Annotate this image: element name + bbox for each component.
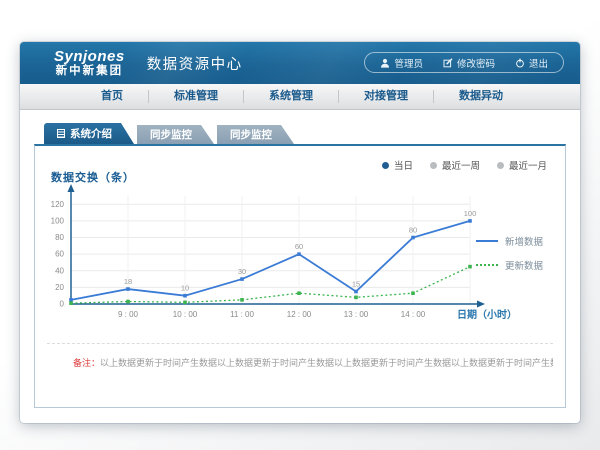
radio-label: 最近一月 bbox=[509, 158, 547, 172]
radio-label: 当日 bbox=[394, 158, 413, 172]
data-label: 60 bbox=[295, 242, 303, 251]
radio-option-0[interactable]: 当日 bbox=[382, 158, 413, 172]
nav-item-2[interactable]: 系统管理 bbox=[244, 90, 339, 103]
tab-1[interactable]: 同步监控 bbox=[137, 125, 214, 144]
tab-label: 同步监控 bbox=[150, 127, 192, 142]
data-point bbox=[126, 287, 130, 291]
x-axis-arrow bbox=[477, 301, 485, 308]
data-label: 30 bbox=[238, 267, 246, 276]
data-point bbox=[69, 301, 73, 305]
chart-legend: 新增数据更新数据 bbox=[476, 234, 543, 282]
data-point bbox=[69, 298, 73, 302]
change-password-button[interactable]: 修改密码 bbox=[443, 56, 495, 70]
data-point bbox=[468, 219, 472, 223]
tab-label: 系统介绍 bbox=[70, 126, 112, 141]
legend-row-0: 新增数据 bbox=[476, 234, 543, 248]
logout-button[interactable]: 退出 bbox=[515, 56, 548, 70]
data-point bbox=[354, 296, 358, 300]
user-button[interactable]: 管理员 bbox=[380, 56, 423, 70]
legend-label: 新增数据 bbox=[505, 234, 543, 248]
data-label: 10 bbox=[181, 284, 189, 293]
data-label: 15 bbox=[352, 280, 360, 289]
data-point bbox=[297, 291, 301, 295]
data-label: 100 bbox=[464, 209, 477, 218]
app-window: Synjones 新中新集团 数据资源中心 管理员 修改 bbox=[20, 42, 580, 423]
user-menu: 管理员 修改密码 退出 bbox=[364, 52, 564, 73]
page-title: 数据资源中心 bbox=[147, 53, 243, 74]
data-point bbox=[183, 301, 187, 305]
legend-line-sample bbox=[476, 240, 498, 242]
y-tick-label: 120 bbox=[51, 200, 65, 209]
data-point bbox=[240, 298, 244, 302]
data-label: 80 bbox=[409, 226, 417, 235]
y-tick-label: 0 bbox=[60, 300, 65, 309]
range-filter: 当日 最近一周 最近一月 bbox=[382, 158, 547, 172]
logo-text-en: Synjones bbox=[54, 49, 125, 65]
legend-label: 更新数据 bbox=[505, 258, 543, 272]
radio-label: 最近一周 bbox=[442, 158, 480, 172]
y-tick-label: 20 bbox=[55, 283, 64, 292]
person-icon bbox=[380, 58, 390, 68]
note-text: 以上数据更新于时间产生数据以上数据更新于时间产生数据以上数据更新于时间产生数据以… bbox=[100, 358, 553, 368]
radio-option-2[interactable]: 最近一月 bbox=[497, 158, 547, 172]
data-point bbox=[468, 265, 472, 269]
nav-bar: 首页标准管理系统管理对接管理数据异动 bbox=[20, 84, 580, 110]
radio-option-1[interactable]: 最近一周 bbox=[430, 158, 480, 172]
data-point bbox=[297, 252, 301, 256]
y-axis-arrow bbox=[68, 184, 75, 192]
x-tick-label: 13 : 00 bbox=[344, 310, 369, 319]
logo-text-cn: 新中新集团 bbox=[54, 65, 125, 77]
x-tick-label: 10 : 00 bbox=[173, 310, 198, 319]
y-axis-label: 数据交换（条） bbox=[51, 169, 135, 185]
logout-label: 退出 bbox=[529, 56, 548, 70]
data-point bbox=[183, 294, 187, 298]
radio-dot bbox=[382, 162, 389, 169]
line-chart: 0 20 40 60 80 100 120 9 : 00 10 : 00 11 : 00 12 : … bbox=[29, 184, 521, 329]
change-password-label: 修改密码 bbox=[457, 56, 495, 70]
user-label: 管理员 bbox=[394, 56, 423, 70]
note: 备注：以上数据更新于时间产生数据以上数据更新于时间产生数据以上数据更新于时间产生… bbox=[47, 343, 553, 369]
x-tick-label: 9 : 00 bbox=[118, 310, 139, 319]
radio-dot bbox=[497, 162, 504, 169]
data-point bbox=[240, 277, 244, 281]
document-icon bbox=[57, 129, 65, 138]
note-prefix-label: 备注： bbox=[73, 358, 100, 368]
tab-bar: 系统介绍 同步监控 同步监控 bbox=[44, 123, 566, 144]
legend-row-1: 更新数据 bbox=[476, 258, 543, 272]
power-icon bbox=[515, 58, 525, 68]
tab-2[interactable]: 同步监控 bbox=[217, 125, 294, 144]
nav-item-1[interactable]: 标准管理 bbox=[149, 90, 244, 103]
data-point bbox=[411, 236, 415, 240]
data-point bbox=[126, 300, 130, 304]
data-point bbox=[411, 291, 415, 295]
nav-item-0[interactable]: 首页 bbox=[76, 90, 149, 103]
y-tick-label: 40 bbox=[55, 266, 64, 275]
app-header: Synjones 新中新集团 数据资源中心 管理员 修改 bbox=[20, 42, 580, 84]
y-tick-label: 60 bbox=[55, 250, 64, 259]
x-axis-label: 日期（小时） bbox=[457, 308, 517, 321]
page-background: Synjones 新中新集团 数据资源中心 管理员 修改 bbox=[0, 0, 600, 450]
y-tick-label: 80 bbox=[55, 233, 64, 242]
tab-label: 同步监控 bbox=[230, 127, 272, 142]
x-tick-label: 11 : 00 bbox=[230, 310, 254, 319]
tab-0[interactable]: 系统介绍 bbox=[44, 123, 134, 144]
radio-dot bbox=[430, 162, 437, 169]
nav-item-4[interactable]: 数据异动 bbox=[434, 90, 528, 103]
data-label: 18 bbox=[124, 277, 132, 286]
legend-line-sample bbox=[476, 264, 498, 266]
y-tick-label: 100 bbox=[51, 216, 65, 225]
edit-icon bbox=[443, 58, 453, 68]
x-tick-label: 14 : 00 bbox=[401, 310, 426, 319]
chart-panel: 当日 最近一周 最近一月 数据交换（条） 0 20 40 60 80 100 120 9 : 00… bbox=[34, 144, 566, 408]
brand-logo: Synjones 新中新集团 bbox=[54, 49, 125, 77]
data-point bbox=[354, 290, 358, 294]
content-area: 系统介绍 同步监控 同步监控 当日 最近一周 最近一月 数据交换（条） 0 20 40 60 8… bbox=[20, 110, 580, 408]
nav-item-3[interactable]: 对接管理 bbox=[339, 90, 434, 103]
x-tick-label: 12 : 00 bbox=[287, 310, 312, 319]
